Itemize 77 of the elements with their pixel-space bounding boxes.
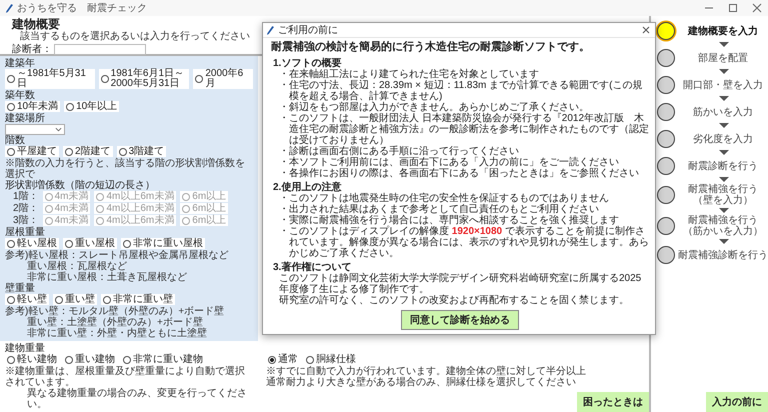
floor-label: 1階： [13,191,39,202]
bullet-text: ・住宅の寸法、長辺：28.39m × 短辺：11.83m までが計算できる範囲です(この規模を超える場合、計算できません) [278,80,644,102]
bullet-text: ・在来軸組工法により建てられた住宅を対象としています [278,69,540,80]
bullet-text: ・実際に耐震補強を行う場合には、専門家へ相談することを強く推奨します [278,215,619,226]
field-label: 屋根重量 [5,227,46,238]
field-label: 壁重量 [5,283,36,294]
step-label[interactable]: 劣化度を入力 [693,134,753,144]
note-text: 異なる建物重量の場合のみ、変更を行ってください。 [26,388,248,410]
bullet-text: ・このソフトは地震発生時の住宅の安全性を保証するものではありません [278,193,610,204]
note-text: ※すでに自動で入力が行われています。建物全体の壁に対して半分以上 [266,366,587,377]
step-label[interactable]: 耐震補強を行う [688,215,758,226]
radio-option[interactable]: 重い建物 [63,354,117,365]
bullet-text: ・診断は画面右側にある手順に沿って行ってください [278,146,520,157]
section-heading: 1.ソフトの概要 [272,58,342,69]
radio-option[interactable]: 非常に重い建物 [121,354,205,365]
radio-option[interactable]: 2000年6月 [193,69,253,89]
bullet-text: ・各操作にお困りの際は、各画面右下にある「困ったときは」をご参照ください [278,168,640,179]
paragraph-text: 研究室の許可なく、このソフトの改変および再配布することを固く禁じます。 [278,295,630,306]
floor-label: 3階： [13,215,39,226]
note-text: 非常に重い屋根：土葺き瓦屋根など [26,272,188,283]
dialog-heading: 耐震補強の検討を簡易的に行う木造住宅の耐震診断ソフトです。 [271,41,591,54]
before-input-button[interactable]: 入力の前に [706,392,768,412]
radio-option[interactable]: 軽い壁 [5,294,49,305]
radio-option[interactable]: 重い壁 [53,294,97,305]
note-text: 参考)軽い壁：モルタル壁（外壁のみ）+ボード壁 [5,306,226,317]
note-text: 重い壁：土塗壁（外壁のみ）+ボード壁 [26,317,203,328]
floor-label: 2階： [13,203,39,214]
radio-option[interactable]: 胴縁仕様 [304,354,358,365]
bullet-text: ・斜辺をもつ部屋は入力ができません。あらかじめご了承ください。 [278,102,590,113]
window-title: おうちを守る 耐震チェック [17,2,147,14]
radio-option[interactable]: 軽い屋根 [5,238,59,249]
field-label: 形状割増係数（階の短辺の長さ） [5,180,155,191]
note-text: 通常耐力より大きな壁がある場合のみ、胴縁仕様を選択してください [266,377,577,388]
note-text: ※建物重量は、屋根重量及び壁重量により自動で選択されています。 [5,366,246,388]
field-label: 建築場所 [5,113,46,124]
step-label[interactable]: 耐震補強を行う [688,184,758,195]
bullet-text: ・出力された結果はあくまで参考として自己責任のもとご利用ください [278,204,600,215]
radio-option[interactable]: ～1981年5月31日 [5,69,95,89]
radio-option[interactable]: 非常に重い屋根 [121,238,205,249]
bullet-text: ・このソフトは、一般財団法人 日本建築防災協会が発行する『2012年改訂版 木造住宅の耐震診断と補強方法』の一般診断法を参考に制作されたものです（認定は受けておりません） [278,113,649,146]
radio-option[interactable]: 10年未満 [5,101,60,112]
page-title: 建物概要 [12,18,60,31]
note-text: 参考)軽い屋根：スレート吊屋根や金属吊屋根など [5,250,230,261]
field-label: 建物重量 [5,343,45,354]
bullet-text: ・本ソフトご利用前には、画面右下にある「入力の前に」をご一読ください [278,157,620,168]
page-subtitle: 該当するものを選択あるいは入力を行ってください [19,31,250,42]
note-text: ※階数の入力を行うと、該当する階の形状割増係数を選択で [5,158,246,180]
section-heading: 3.著作権について [272,262,352,273]
radio-option[interactable]: 非常に重い壁 [101,294,175,305]
field-label: 建築年 [5,58,36,69]
field-label: 階数 [5,135,26,146]
radio-option[interactable]: 平屋建て [5,146,59,157]
step-label[interactable]: 開口部・壁を入力 [683,80,763,90]
radio-option[interactable]: 10年以上 [64,101,120,112]
step-label[interactable]: 建物概要を入力 [688,26,758,36]
field-label: 築年数 [5,90,36,101]
paragraph-text: このソフトは静岡文化芸術大学大学院デザイン研究科岩崎研究室に所属する2025年度修了生による修了制作です。 [278,273,642,295]
bullet-text: ・このソフトはディスプレイの解像度 1920×1080 で表示することを前提に制作されています。解像度が異なる場合には、表示のずれや見切れが発生します。あらかじめご了承ください。 [278,226,649,259]
help-button[interactable]: 困ったときは [577,392,649,412]
dialog-title: ご利用の前に [278,24,338,36]
inspector-label: 診断者： [12,44,52,55]
radio-option[interactable]: 重い屋根 [63,238,117,249]
radio-option[interactable]: 2階建て [63,146,113,157]
section-heading: 2.使用上の注意 [272,182,342,193]
step-label[interactable]: 筋かいを入力 [693,106,753,118]
step-label[interactable]: 耐震補強診断を行う [678,250,768,260]
radio-option[interactable]: 軽い建物 [5,354,59,365]
step-label[interactable]: （壁を入力） [693,195,753,206]
note-text: 重い屋根：瓦屋根など [26,261,128,272]
radio-option[interactable]: 3階建て [116,146,166,157]
step-label[interactable]: 部屋を配置 [698,52,748,64]
radio-option[interactable]: 通常 [266,354,300,365]
radio-option[interactable]: 1981年6月1日～2000年5月31日 [98,69,190,89]
agree-start-button[interactable]: 同意して診断を始める [401,310,519,330]
step-label[interactable]: （筋かいを入力） [683,226,763,237]
note-text: 非常に重い壁：外壁・内壁ともに土塗壁 [26,328,208,339]
step-label[interactable]: 耐震診断を行う [688,160,758,172]
